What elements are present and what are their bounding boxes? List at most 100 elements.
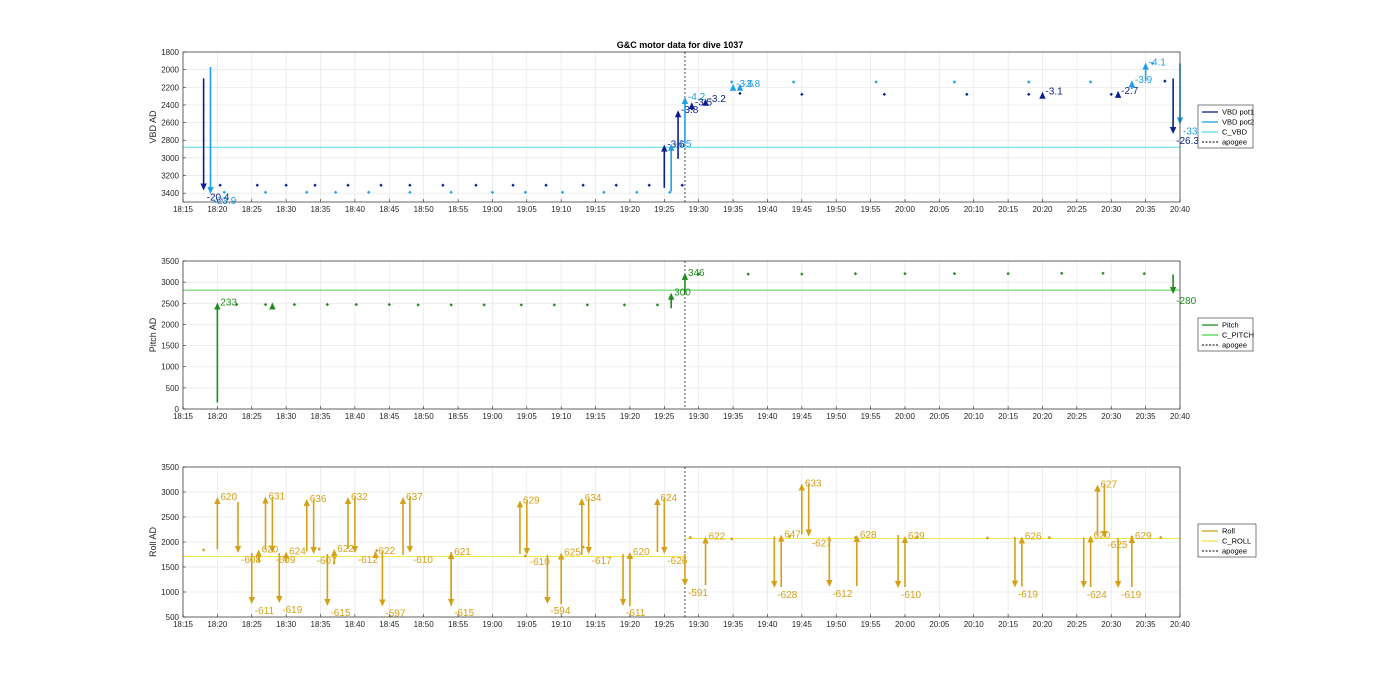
chart-figure: 18:15 18:20 18:25 18:30 18:35 18:40 18:45 18:50… — [148, 40, 1257, 629]
arrow-label: -619 — [1018, 590, 1038, 601]
y-tick-label: 1000 — [161, 588, 179, 597]
arrow-label: -591 — [688, 588, 708, 599]
x-tick-label: 20:15 — [998, 205, 1019, 214]
legend-entry: C_PITCH — [1222, 331, 1254, 340]
arrow-label: -2.7 — [1121, 86, 1139, 97]
x-tick-label: 19:35 — [723, 620, 744, 629]
arrow-label: 637 — [406, 492, 423, 503]
legend-entry: C_ROLL — [1222, 537, 1251, 546]
arrow-label: -610 — [901, 590, 921, 601]
x-tick-label: 19:35 — [723, 205, 744, 214]
arrow-label: 631 — [269, 492, 286, 503]
y-tick-label: 2600 — [161, 119, 179, 128]
y-tick-label: 2400 — [161, 101, 179, 110]
x-tick-label: 20:10 — [964, 205, 985, 214]
arrow-label: 622 — [337, 544, 354, 555]
y-tick-label: 3200 — [161, 172, 179, 181]
x-tick-label: 18:55 — [448, 620, 469, 629]
y-tick-label: 1000 — [161, 363, 179, 372]
x-tick-label: 20:10 — [964, 412, 985, 421]
arrow-label: 624 — [289, 547, 306, 558]
x-tick-label: 19:55 — [861, 620, 882, 629]
x-tick-label: 19:40 — [757, 205, 778, 214]
y-axis-label: Roll AD — [148, 526, 158, 557]
y-tick-label: 500 — [166, 613, 180, 622]
y-tick-label: 2000 — [161, 538, 179, 547]
x-tick-label: 19:45 — [792, 205, 813, 214]
arrow-label: 625 — [564, 548, 581, 559]
x-tick-label: 20:35 — [1136, 412, 1157, 421]
x-tick-label: 20:25 — [1067, 620, 1088, 629]
y-tick-label: 2800 — [161, 136, 179, 145]
x-tick-label: 18:40 — [345, 412, 366, 421]
legend-entry: C_VBD — [1222, 128, 1248, 137]
x-tick-label: 20:35 — [1136, 620, 1157, 629]
arrow-label: -26.3 — [1176, 136, 1199, 147]
x-tick-label: 20:35 — [1136, 205, 1157, 214]
x-tick-label: 20:15 — [998, 412, 1019, 421]
x-tick-label: 19:20 — [620, 620, 641, 629]
arrow-label: 629 — [523, 496, 540, 507]
x-tick-label: 20:05 — [929, 412, 950, 421]
arrow-label: -611 — [255, 606, 275, 617]
x-tick-label: 19:35 — [723, 412, 744, 421]
x-tick-label: 18:50 — [414, 412, 435, 421]
x-tick-label: 20:30 — [1101, 205, 1122, 214]
x-tick-label: 18:35 — [311, 205, 332, 214]
arrow-label: 633 — [805, 479, 822, 490]
x-tick-label: 19:10 — [551, 412, 572, 421]
arrow-label: 621 — [454, 547, 471, 558]
arrow-label: 300 — [674, 288, 691, 299]
arrow-label: -3.2 — [709, 94, 727, 105]
arrow-label: 632 — [351, 492, 368, 503]
x-tick-label: 20:20 — [1032, 620, 1053, 629]
x-tick-label: 18:25 — [242, 205, 263, 214]
y-tick-label: 2000 — [161, 66, 179, 75]
y-tick-label: 3500 — [161, 463, 179, 472]
arrow-label: -3.8 — [743, 79, 761, 90]
y-tick-label: 3000 — [161, 278, 179, 287]
x-tick-label: 18:45 — [379, 412, 400, 421]
plot-area — [183, 52, 1180, 202]
x-tick-label: 20:25 — [1067, 412, 1088, 421]
x-tick-label: 19:25 — [654, 412, 675, 421]
arrow-label: 634 — [585, 493, 602, 504]
arrow-label: -612 — [832, 589, 852, 600]
x-tick-label: 18:20 — [207, 620, 228, 629]
y-tick-label: 3000 — [161, 488, 179, 497]
x-tick-label: 19:00 — [482, 412, 503, 421]
x-tick-label: 20:00 — [895, 412, 916, 421]
x-tick-label: 18:40 — [345, 205, 366, 214]
arrow-label: 624 — [660, 493, 677, 504]
y-axis-label: VBD AD — [148, 110, 158, 144]
x-tick-label: 20:20 — [1032, 205, 1053, 214]
x-tick-label: 19:45 — [792, 412, 813, 421]
arrow-label: -3.9 — [1135, 75, 1153, 86]
arrow-label: 622 — [379, 546, 396, 557]
y-axis-label: Pitch AD — [148, 317, 158, 352]
x-tick-label: 20:20 — [1032, 412, 1053, 421]
arrow-label: 620 — [220, 492, 237, 503]
x-tick-label: 18:35 — [311, 412, 332, 421]
x-tick-label: 20:40 — [1170, 412, 1191, 421]
x-tick-label: 18:40 — [345, 620, 366, 629]
arrow-label: -23.9 — [214, 196, 237, 207]
arrow-label: -4.5 — [674, 139, 692, 150]
arrow-label: 647 — [784, 530, 801, 541]
x-tick-label: 20:05 — [929, 205, 950, 214]
x-tick-label: 18:15 — [173, 205, 194, 214]
x-tick-label: 19:25 — [654, 205, 675, 214]
x-tick-label: 18:30 — [276, 620, 297, 629]
x-tick-label: 20:15 — [998, 620, 1019, 629]
y-tick-label: 0 — [175, 405, 180, 414]
legend-entry: VBD pot2 — [1222, 118, 1254, 127]
arrow-label: -3.1 — [1045, 87, 1063, 98]
x-tick-label: 19:30 — [689, 412, 710, 421]
plot-area — [183, 261, 1180, 409]
x-tick-label: 19:10 — [551, 620, 572, 629]
x-tick-label: 19:15 — [586, 205, 607, 214]
x-tick-label: 19:50 — [826, 412, 847, 421]
arrow-label: -624 — [1087, 590, 1107, 601]
arrow-label: 636 — [310, 494, 327, 505]
x-tick-label: 18:55 — [448, 412, 469, 421]
